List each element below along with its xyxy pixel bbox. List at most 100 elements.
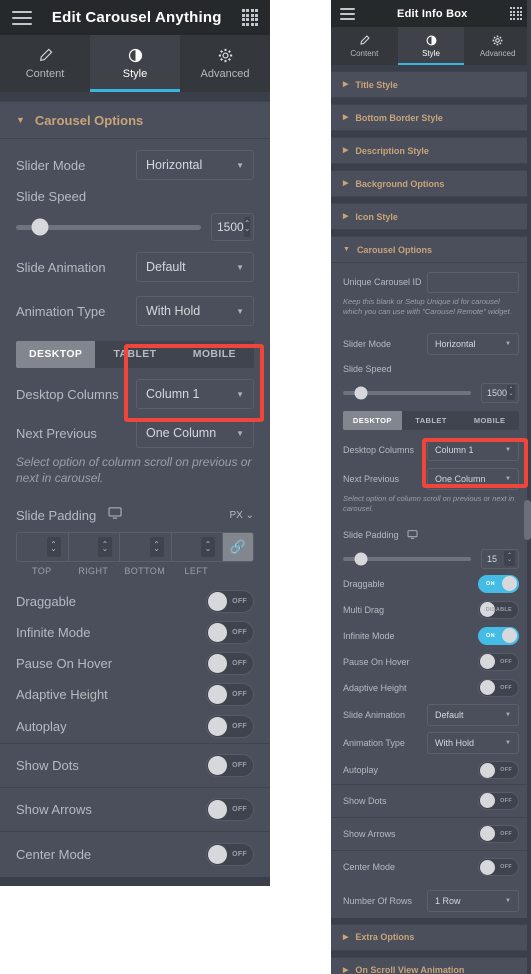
device-tab-tablet[interactable]: TABLET — [95, 341, 175, 368]
tab-advanced[interactable]: Advanced — [464, 27, 531, 65]
slide-speed-slider[interactable] — [16, 218, 201, 236]
section-extra-options[interactable]: ▶ Extra Options — [331, 923, 531, 951]
scrollbar-thumb[interactable] — [524, 500, 531, 540]
show-arrows-toggle[interactable]: OFF — [206, 798, 254, 822]
section-description-style[interactable]: ▶ Description Style — [331, 137, 531, 164]
stepper-icon[interactable]: ⌃ ⌄ — [243, 217, 251, 237]
autoplay-toggle[interactable]: OFF — [478, 761, 519, 779]
stepper-icon[interactable]: ⌃ ⌄ — [507, 385, 515, 401]
tab-style-label: Style — [422, 48, 440, 58]
adaptive-height-toggle[interactable]: OFF — [478, 678, 519, 697]
slider-knob[interactable] — [354, 552, 368, 565]
section-carousel-options[interactable]: ▼ Carousel Options — [331, 236, 531, 263]
pause-on-hover-toggle[interactable]: OFF — [478, 652, 519, 671]
gear-icon — [218, 48, 233, 63]
slider-knob[interactable] — [354, 386, 368, 400]
device-tab-desktop[interactable]: DESKTOP — [16, 341, 96, 368]
stepper-icon[interactable]: ⌃ ⌄ — [149, 537, 164, 558]
section-background-options[interactable]: ▶ Background Options — [331, 170, 531, 197]
section-icon-style[interactable]: ▶ Icon Style — [331, 203, 531, 230]
adaptive-height-toggle[interactable]: OFF — [206, 683, 254, 707]
device-tab-mobile[interactable]: MOBILE — [174, 341, 254, 368]
next-previous-select[interactable]: One Column ▼ — [427, 467, 519, 490]
animation-type-select[interactable]: With Hold ▼ — [427, 731, 519, 754]
slider-knob[interactable] — [31, 218, 49, 236]
monitor-icon[interactable] — [407, 526, 418, 544]
next-previous-value: One Column — [146, 426, 217, 440]
next-previous-hint: Select option of column scroll on previo… — [343, 494, 515, 514]
tab-style[interactable]: Style — [90, 35, 180, 92]
infinite-mode-toggle[interactable]: OFF — [206, 621, 254, 645]
multi-drag-toggle[interactable]: DISABLE — [478, 600, 519, 619]
contrast-icon — [128, 48, 143, 63]
device-tab-desktop[interactable]: DESKTOP — [343, 411, 402, 431]
device-tab-tablet[interactable]: TABLET — [401, 411, 461, 431]
slide-speed-slider[interactable] — [343, 386, 471, 400]
center-mode-toggle[interactable]: OFF — [478, 858, 519, 876]
draggable-toggle[interactable]: ON — [478, 574, 519, 593]
show-arrows-state: OFF — [500, 830, 512, 837]
chevron-right-icon: ▶ — [343, 213, 349, 220]
hamburger-icon[interactable] — [340, 6, 355, 21]
slide-padding-unit[interactable]: PX ⌄ — [229, 510, 254, 521]
slide-animation-select[interactable]: Default ▼ — [427, 703, 519, 726]
device-tab-mobile[interactable]: MOBILE — [460, 411, 519, 431]
slide-padding-slider[interactable] — [343, 552, 471, 565]
next-previous-select[interactable]: One Column ▼ — [136, 418, 254, 448]
padding-top-input[interactable]: ⌃ ⌄ — [16, 532, 68, 563]
slide-speed-input[interactable]: 1500 ⌃ ⌄ — [211, 213, 254, 241]
tab-advanced[interactable]: Advanced — [180, 35, 270, 92]
slide-animation-select[interactable]: Default ▼ — [136, 252, 254, 282]
padding-bottom-input[interactable]: ⌃ ⌄ — [119, 532, 171, 563]
padding-right-input[interactable]: ⌃ ⌄ — [67, 532, 119, 563]
tab-style[interactable]: Style — [397, 27, 465, 65]
page-title: Edit Info Box — [397, 7, 468, 20]
desktop-columns-label: Desktop Columns — [16, 386, 119, 402]
section-carousel-options[interactable]: ▼ Carousel Options — [0, 101, 270, 139]
pause-on-hover-toggle[interactable]: OFF — [206, 652, 254, 676]
row-autoplay: Autoplay OFF — [331, 757, 531, 785]
draggable-toggle[interactable]: OFF — [206, 590, 254, 614]
section-bottom-border-style[interactable]: ▶ Bottom Border Style — [331, 104, 531, 131]
show-dots-toggle[interactable]: OFF — [206, 754, 254, 778]
stepper-icon[interactable]: ⌃ ⌄ — [504, 551, 515, 566]
autoplay-label: Autoplay — [343, 765, 379, 775]
section-title-style-label: Title Style — [355, 79, 398, 90]
slide-padding-input[interactable]: 15 ⌃ ⌄ — [481, 548, 519, 569]
slider-mode-select[interactable]: Horizontal ▼ — [136, 150, 254, 180]
number-of-rows-select[interactable]: 1 Row ▼ — [427, 889, 519, 912]
slide-speed-input[interactable]: 1500 ⌃ ⌄ — [481, 382, 519, 403]
stepper-icon[interactable]: ⌃ ⌄ — [46, 537, 61, 558]
show-arrows-toggle[interactable]: OFF — [478, 824, 519, 843]
padding-left-input[interactable]: ⌃ ⌄ — [170, 532, 222, 563]
grid-icon[interactable] — [509, 7, 522, 20]
animation-type-select[interactable]: With Hold ▼ — [136, 296, 254, 326]
chevron-down-icon: ▼ — [505, 341, 511, 348]
grid-icon[interactable] — [241, 9, 258, 26]
show-dots-toggle[interactable]: OFF — [478, 791, 519, 810]
row-adaptive-height: Adaptive Height OFF — [331, 675, 531, 701]
panel-scrollbar[interactable] — [524, 0, 531, 974]
section-title-style[interactable]: ▶ Title Style — [331, 71, 531, 98]
desktop-columns-value: Column 1 — [435, 444, 474, 455]
infinite-mode-toggle[interactable]: ON — [478, 626, 519, 645]
adaptive-height-label: Adaptive Height — [16, 687, 108, 703]
stepper-icon[interactable]: ⌃ ⌄ — [201, 537, 215, 558]
slide-animation-label: Slide Animation — [343, 709, 406, 720]
tab-content[interactable]: Content — [331, 27, 398, 65]
slider-mode-select[interactable]: Horizontal ▼ — [427, 333, 519, 356]
section-on-scroll-view-animation[interactable]: ▶ On Scroll View Animation — [331, 956, 531, 974]
desktop-columns-select[interactable]: Column 1 ▼ — [427, 438, 519, 461]
desktop-columns-select[interactable]: Column 1 ▼ — [136, 379, 254, 409]
link-icon[interactable]: 🔗 — [222, 532, 254, 563]
stepper-icon[interactable]: ⌃ ⌄ — [98, 537, 112, 558]
tab-content[interactable]: Content — [0, 35, 90, 92]
hamburger-icon[interactable] — [12, 9, 32, 27]
monitor-icon[interactable] — [108, 506, 122, 524]
center-mode-toggle[interactable]: OFF — [206, 843, 254, 867]
pause-on-hover-label: Pause On Hover — [343, 656, 410, 667]
next-previous-label: Next Previous — [16, 425, 97, 441]
autoplay-toggle[interactable]: OFF — [206, 715, 254, 739]
unique-carousel-id-input[interactable] — [427, 271, 519, 293]
chevron-right-icon: ▶ — [343, 114, 349, 121]
